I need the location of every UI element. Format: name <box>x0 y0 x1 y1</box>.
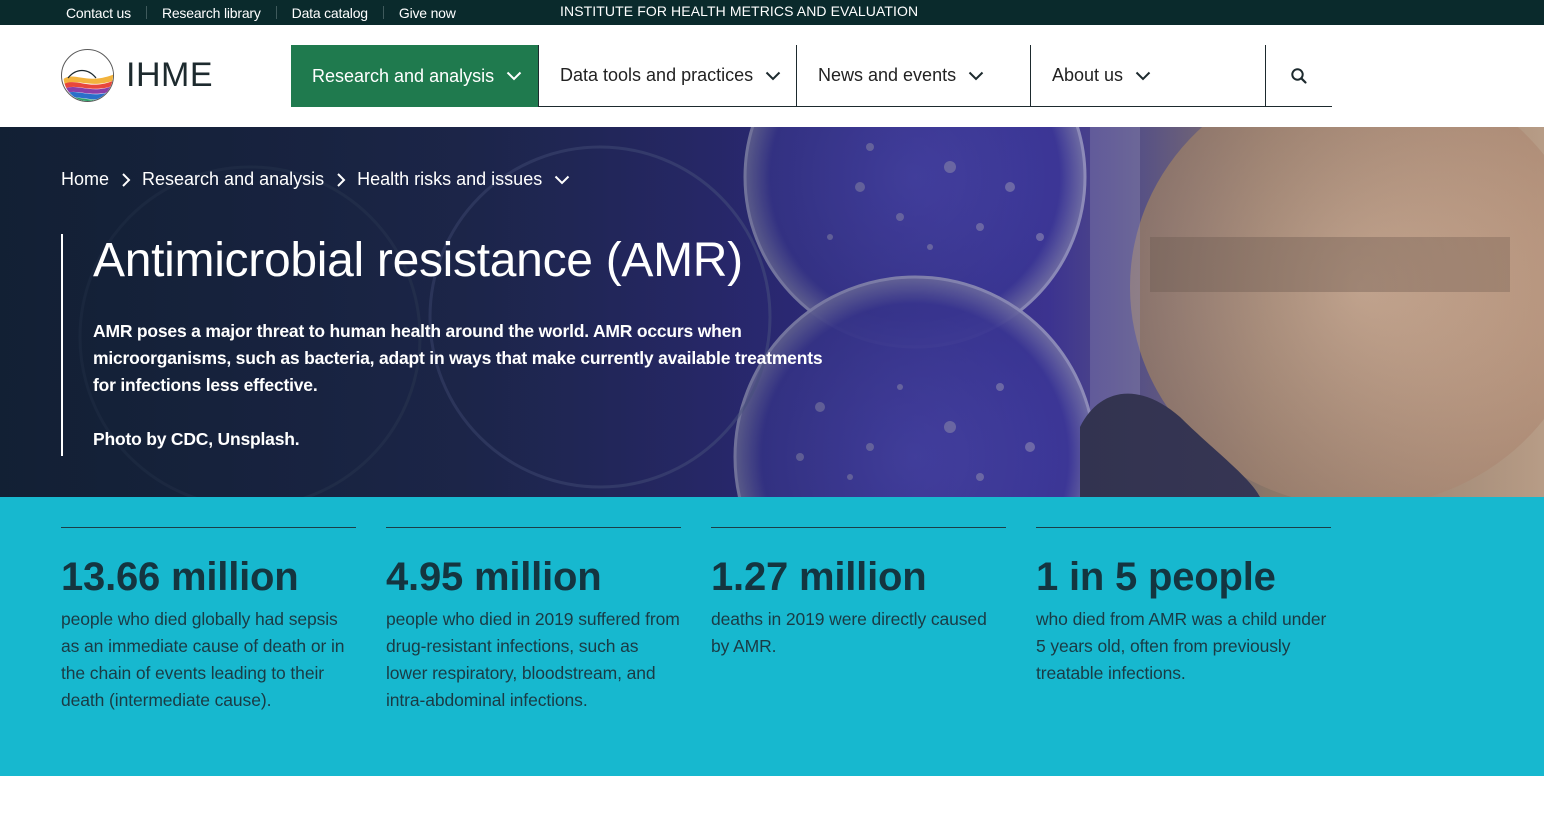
hero-banner: Home Research and analysis Health risks … <box>0 127 1544 497</box>
stat-description: who died from AMR was a child under 5 ye… <box>1036 609 1327 683</box>
chevron-right-icon <box>122 172 131 187</box>
data-catalog-link[interactable]: Data catalog <box>292 5 368 21</box>
stat-card: 1.27 million deaths in 2019 were directl… <box>711 527 1006 660</box>
main-nav: Research and analysis Data tools and pra… <box>291 45 1332 107</box>
stat-value: 13.66 million <box>61 555 299 599</box>
hero-description: AMR poses a major threat to human health… <box>93 321 823 395</box>
chevron-down-icon <box>506 71 522 81</box>
nav-label: News and events <box>818 65 957 85</box>
breadcrumb-health-risks[interactable]: Health risks and issues <box>357 169 542 190</box>
nav-label: Data tools and practices <box>560 65 754 85</box>
chevron-down-icon <box>765 71 781 80</box>
stat-card: 4.95 million people who died in 2019 suf… <box>386 527 681 714</box>
ihme-logo-icon[interactable] <box>61 49 114 102</box>
hero-content: Antimicrobial resistance (AMR) AMR poses… <box>61 234 831 456</box>
stat-description: people who died in 2019 suffered from dr… <box>386 609 680 710</box>
chevron-down-icon <box>1135 71 1151 80</box>
utility-links: Contact us Research library Data catalog… <box>66 0 456 25</box>
nav-data-tools-and-practices[interactable]: Data tools and practices <box>538 45 796 107</box>
nav-about-us[interactable]: About us <box>1030 45 1265 107</box>
contact-us-link[interactable]: Contact us <box>66 5 131 21</box>
utility-bar: Contact us Research library Data catalog… <box>0 0 1544 25</box>
nav-research-and-analysis[interactable]: Research and analysis <box>291 45 538 107</box>
stat-card: 1 in 5 people who died from AMR was a ch… <box>1036 527 1331 687</box>
stat-description: people who died globally had sepsis as a… <box>61 609 345 710</box>
divider <box>145 6 147 19</box>
stat-description: deaths in 2019 were directly caused by A… <box>711 609 987 656</box>
site-header: IHME Research and analysis Data tools an… <box>0 25 1544 127</box>
page-title: Antimicrobial resistance (AMR) <box>93 234 743 287</box>
search-icon <box>1291 67 1307 84</box>
chevron-right-icon <box>337 172 346 187</box>
research-library-link[interactable]: Research library <box>162 5 261 21</box>
photo-credit: Photo by CDC, Unsplash. <box>93 429 300 449</box>
stat-value: 1 in 5 people <box>1036 555 1276 599</box>
stat-value: 1.27 million <box>711 555 927 599</box>
institute-name: INSTITUTE FOR HEALTH METRICS AND EVALUAT… <box>560 3 919 19</box>
breadcrumb-home[interactable]: Home <box>61 169 109 190</box>
stats-section: 13.66 million people who died globally h… <box>0 497 1544 776</box>
chevron-down-icon[interactable] <box>554 175 570 185</box>
breadcrumb: Home Research and analysis Health risks … <box>61 169 570 190</box>
nav-label: Research and analysis <box>312 65 495 86</box>
give-now-link[interactable]: Give now <box>399 5 456 21</box>
breadcrumb-research[interactable]: Research and analysis <box>142 169 324 190</box>
stat-card: 13.66 million people who died globally h… <box>61 527 356 714</box>
page-body-start <box>0 776 1544 823</box>
search-button[interactable] <box>1265 45 1332 107</box>
stat-value: 4.95 million <box>386 555 602 599</box>
logo-text[interactable]: IHME <box>126 56 213 95</box>
nav-label: About us <box>1052 65 1124 85</box>
divider <box>275 6 277 19</box>
chevron-down-icon <box>968 71 984 80</box>
divider <box>382 6 384 19</box>
nav-news-and-events[interactable]: News and events <box>796 45 1030 107</box>
